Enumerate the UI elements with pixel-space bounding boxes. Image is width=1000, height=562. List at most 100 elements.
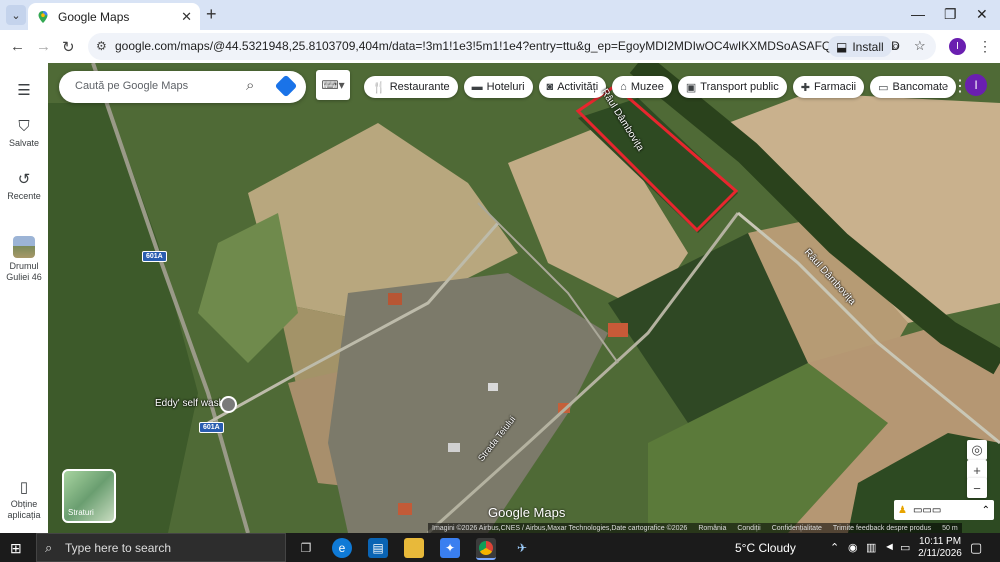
install-label: Install <box>852 39 884 54</box>
battery-icon[interactable]: ▭ <box>900 541 910 554</box>
bus-icon: ▣ <box>685 81 697 94</box>
zoom-out-button[interactable]: − <box>967 478 987 498</box>
layers-button[interactable]: Straturi <box>62 469 116 523</box>
rail-item-label: Recente <box>7 191 41 201</box>
store-icon[interactable]: ▤ <box>368 538 388 558</box>
poi-label[interactable]: Eddy' self wash <box>155 398 224 409</box>
terms-link[interactable]: Condiții <box>737 525 760 532</box>
chip-label: Farmacii <box>813 81 857 93</box>
google-apps-icon[interactable]: ⋮⋮ <box>936 76 968 96</box>
zoom-icon[interactable]: ⌕ <box>892 38 899 54</box>
road-number-badge: 601A <box>199 422 224 433</box>
chip-transit[interactable]: ▣ Transport public <box>677 76 787 98</box>
close-window-icon[interactable]: ✕ <box>976 6 988 23</box>
pegman-icon[interactable]: ♟ <box>898 505 907 516</box>
browser-menu-icon[interactable]: ⋮ <box>978 38 992 55</box>
menu-button[interactable]: ☰ <box>0 81 48 99</box>
chrome-icon[interactable] <box>476 538 496 560</box>
notifications-icon[interactable]: ▢ <box>970 540 982 556</box>
chip-activities[interactable]: ◙ Activități <box>538 76 607 98</box>
rail-item-label: Salvate <box>8 138 40 148</box>
account-avatar[interactable]: I <box>965 74 987 96</box>
search-icon[interactable]: ⌕ <box>246 77 254 94</box>
weather-widget[interactable]: 5°C Cloudy <box>735 541 796 555</box>
chip-label: Muzee <box>630 81 664 93</box>
minimize-icon[interactable]: — <box>911 6 925 22</box>
google-maps-favicon-icon <box>38 10 48 23</box>
rail-item-recent-place[interactable]: Drumul Guliei 46 <box>0 236 48 283</box>
reload-icon[interactable]: ↻ <box>62 38 75 56</box>
phone-icon: ▯ <box>19 479 29 496</box>
bed-icon: ▬ <box>471 81 483 93</box>
country-link[interactable]: România <box>698 525 726 532</box>
volume-icon[interactable]: ◄ <box>884 541 895 553</box>
scale-bar[interactable]: 50 m <box>942 525 958 532</box>
street-view-bar[interactable]: ♟ ▭▭▭ ⌃ <box>894 500 994 520</box>
tab-google-maps[interactable]: Google Maps ✕ <box>28 3 200 30</box>
my-location-button[interactable]: ◎ <box>967 440 987 460</box>
satellite-imagery <box>48 63 1000 533</box>
install-icon: ⬓ <box>836 39 848 54</box>
back-icon[interactable]: ← <box>10 38 25 55</box>
plus-icon: + <box>973 462 981 478</box>
clock-date: 2/11/2026 <box>918 548 962 559</box>
imagery-thumbnails-icon[interactable]: ▭▭▭ <box>913 505 941 516</box>
app-icon[interactable]: ✈ <box>512 538 532 558</box>
new-tab-icon[interactable]: + <box>206 4 217 25</box>
camera-icon[interactable]: ◉ <box>848 541 858 554</box>
keyboard-icon: ⌨▾ <box>321 78 345 92</box>
taskbar-search[interactable]: ⌕ Type here to search <box>36 533 286 562</box>
install-app-button[interactable]: ⬓ Install <box>828 36 892 57</box>
chip-hotels[interactable]: ▬ Hoteluri <box>463 76 533 98</box>
chip-pharmacies[interactable]: ✚ Farmacii <box>792 76 865 98</box>
input-tools-button[interactable]: ⌨▾ <box>316 70 350 100</box>
taskbar-clock[interactable]: 10:11 PM 2/11/2026 <box>915 536 965 560</box>
privacy-link[interactable]: Confidențialitate <box>772 525 822 532</box>
search-box[interactable]: ⌕ <box>59 71 306 103</box>
rail-item-recent[interactable]: ↺ Recente <box>0 170 48 202</box>
poi-marker-icon[interactable] <box>220 396 237 413</box>
attribution-bar: Imagini ©2026 Airbus,CNES / Airbus,Maxar… <box>428 523 962 533</box>
tray-overflow-icon[interactable]: ⌃ <box>830 541 839 554</box>
site-info-icon[interactable]: ⚙ <box>96 39 107 53</box>
forward-icon[interactable]: → <box>36 38 51 55</box>
chip-label: Restaurante <box>389 81 450 93</box>
layers-label: Straturi <box>68 508 94 517</box>
windows-start-icon[interactable]: ⊞ <box>10 540 22 557</box>
file-explorer-icon[interactable] <box>404 538 424 558</box>
bookmark-star-icon[interactable]: ☆ <box>914 38 926 54</box>
recent-place-thumbnail <box>13 236 35 258</box>
feedback-link[interactable]: Trimite feedback despre produs <box>833 525 931 532</box>
satellite-map[interactable]: ⌕ ⌨▾ 🍴 Restaurante ▬ Hoteluri ◙ Activită… <box>48 63 1000 533</box>
task-view-icon[interactable]: ❐ <box>296 538 316 558</box>
tab-search-button[interactable]: ⌄ <box>6 5 26 25</box>
clock-time: 10:11 PM <box>918 536 962 547</box>
category-chips: 🍴 Restaurante ▬ Hoteluri ◙ Activități ⌂ … <box>364 76 957 98</box>
atm-icon: ▭ <box>878 81 889 94</box>
directions-icon[interactable] <box>274 74 298 98</box>
rail-item-get-app[interactable]: ▯ Obține aplicația <box>0 478 48 521</box>
chip-restaurants[interactable]: 🍴 Restaurante <box>364 76 458 98</box>
edge-icon[interactable]: e <box>332 538 352 558</box>
network-icon[interactable]: ▥ <box>866 541 876 554</box>
museum-icon: ⌂ <box>620 81 627 93</box>
search-input[interactable] <box>73 79 247 93</box>
rail-item-label: Drumul Guliei 46 <box>6 261 42 282</box>
close-tab-icon[interactable]: ✕ <box>181 9 192 25</box>
tab-title: Google Maps <box>58 9 130 24</box>
tab-bar: ⌄ Google Maps ✕ + — ❐ ✕ <box>0 0 1000 30</box>
rail-item-saved[interactable]: ⛉ Salvate <box>0 118 48 149</box>
chip-label: Transport public <box>700 81 779 93</box>
address-bar[interactable]: ⚙ google.com/maps/@44.5321948,25.8103709… <box>88 33 936 60</box>
url-text[interactable]: google.com/maps/@44.5321948,25.8103709,4… <box>115 39 900 53</box>
road-number-badge: 601A <box>142 251 167 262</box>
zoom-in-button[interactable]: + <box>967 460 987 480</box>
attribution-text: Imagini ©2026 Airbus,CNES / Airbus,Maxar… <box>432 524 688 532</box>
minus-icon: − <box>973 480 981 496</box>
copilot-icon[interactable]: ✦ <box>440 538 460 558</box>
restore-icon[interactable]: ❐ <box>944 6 957 23</box>
pharmacy-icon: ✚ <box>800 81 810 94</box>
browser-profile-avatar[interactable]: I <box>949 38 966 55</box>
expand-icon[interactable]: ⌃ <box>982 505 990 516</box>
chip-museums[interactable]: ⌂ Muzee <box>612 76 672 98</box>
